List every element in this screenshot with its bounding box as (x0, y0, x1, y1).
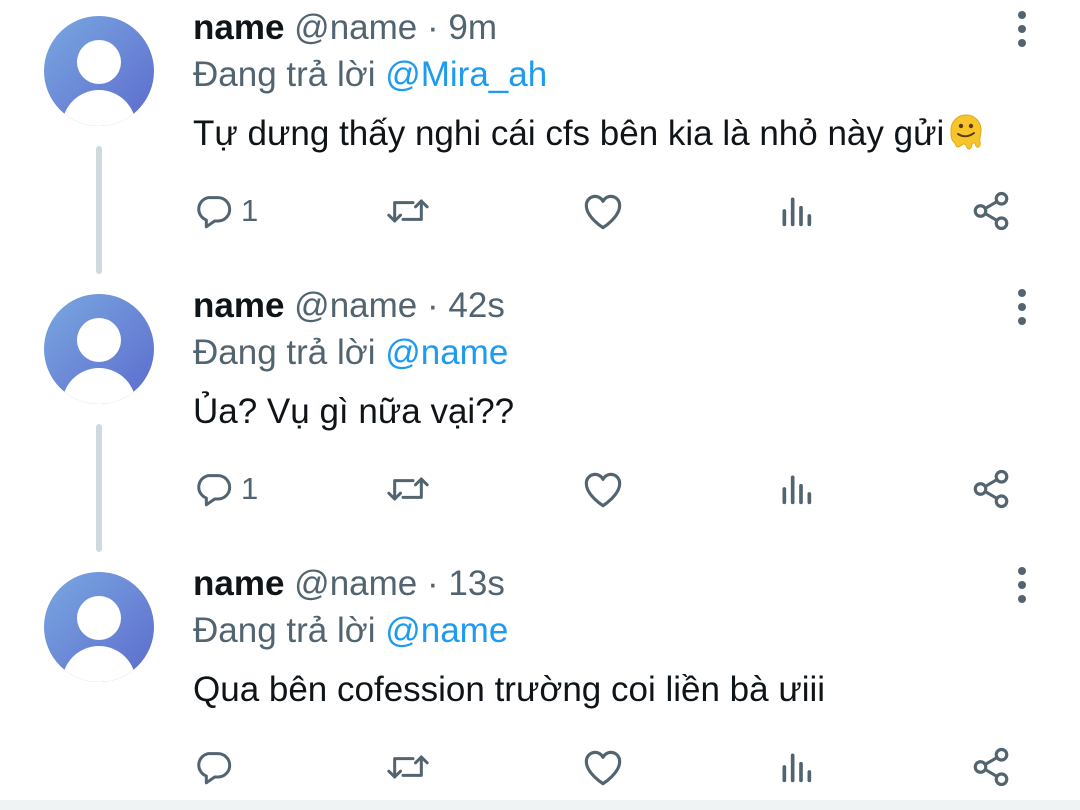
more-vertical-icon (1018, 11, 1026, 47)
avatar[interactable] (44, 16, 154, 126)
retweet-button[interactable] (386, 467, 430, 511)
tweet-text-content: Tự dưng thấy nghi cái cfs bên kia là nhỏ… (193, 114, 945, 153)
views-button[interactable] (778, 467, 814, 511)
tweet-text: Ủa? Vụ gì nữa vại?? (193, 391, 514, 433)
reply-button[interactable] (193, 745, 241, 789)
analytics-icon (782, 197, 812, 227)
avatar[interactable] (44, 294, 154, 404)
share-icon (973, 747, 1009, 787)
separator-dot: · (427, 286, 439, 325)
share-button[interactable] (970, 745, 1012, 789)
more-vertical-icon (1018, 289, 1026, 325)
share-icon (973, 191, 1009, 231)
display-name[interactable]: name (193, 286, 284, 325)
analytics-icon (782, 475, 812, 505)
tweet-text: Qua bên cofession trường coi liền bà ưii… (193, 669, 825, 711)
reply-icon (197, 196, 232, 229)
like-button[interactable] (582, 189, 624, 233)
replying-to-line: Đang trả lời @name (193, 333, 508, 373)
user-handle[interactable]: @name (294, 8, 417, 47)
more-options-button[interactable] (1008, 9, 1036, 49)
views-button[interactable] (778, 189, 814, 233)
reply-count: 1 (241, 471, 259, 506)
timestamp[interactable]: 9m (448, 8, 497, 47)
user-handle[interactable]: @name (294, 564, 417, 603)
mention-link[interactable]: @name (385, 611, 508, 650)
tweet-text-content: Qua bên cofession trường coi liền bà ưii… (193, 670, 826, 709)
share-icon (973, 469, 1009, 509)
reply-tweet[interactable]: name @name · 13s Đang trả lời @name Qua … (0, 556, 1080, 800)
more-options-button[interactable] (1008, 287, 1036, 327)
views-button[interactable] (778, 745, 814, 789)
like-button[interactable] (582, 745, 624, 789)
reply-tweet[interactable]: name @name · 9m Đang trả lời @Mira_ah Tự… (0, 0, 1080, 278)
reply-icon (197, 474, 232, 507)
analytics-icon (782, 753, 812, 783)
display-name[interactable]: name (193, 564, 284, 603)
retweet-button[interactable] (386, 745, 430, 789)
tweet-text-content: Ủa? Vụ gì nữa vại?? (193, 392, 515, 431)
thread-line (96, 146, 102, 274)
avatar[interactable] (44, 572, 154, 682)
heart-icon (584, 472, 622, 508)
replying-to-line: Đang trả lời @Mira_ah (193, 55, 547, 95)
reply-tweet[interactable]: name @name · 42s Đang trả lời @name Ủa? … (0, 278, 1080, 556)
thread-line (96, 424, 102, 552)
heart-icon (584, 750, 622, 786)
timestamp[interactable]: 42s (448, 286, 504, 325)
tweet-header: name @name · 13s (193, 564, 505, 604)
melting-face-emoji (948, 113, 984, 161)
share-button[interactable] (970, 189, 1012, 233)
tweet-header: name @name · 42s (193, 286, 505, 326)
retweet-icon (387, 755, 429, 779)
retweet-icon (387, 477, 429, 501)
retweet-button[interactable] (386, 189, 430, 233)
separator-dot: · (427, 8, 439, 47)
more-vertical-icon (1018, 567, 1026, 603)
separator-dot: · (427, 564, 439, 603)
reply-button[interactable]: 1 (193, 467, 258, 511)
reply-count: 1 (241, 193, 259, 228)
display-name[interactable]: name (193, 8, 284, 47)
share-button[interactable] (970, 467, 1012, 511)
tweet-text: Tự dưng thấy nghi cái cfs bên kia là nhỏ… (193, 113, 984, 161)
user-handle[interactable]: @name (294, 286, 417, 325)
bottom-divider (0, 800, 1080, 810)
like-button[interactable] (582, 467, 624, 511)
timestamp[interactable]: 13s (448, 564, 504, 603)
mention-link[interactable]: @Mira_ah (385, 55, 547, 94)
reply-button[interactable]: 1 (193, 189, 258, 233)
mention-link[interactable]: @name (385, 333, 508, 372)
heart-icon (584, 194, 622, 230)
replying-prefix: Đang trả lời (193, 55, 376, 94)
replying-to-line: Đang trả lời @name (193, 611, 508, 651)
more-options-button[interactable] (1008, 565, 1036, 605)
tweet-header: name @name · 9m (193, 8, 497, 48)
replying-prefix: Đang trả lời (193, 333, 376, 372)
retweet-icon (387, 199, 429, 223)
reply-icon (197, 752, 232, 785)
replying-prefix: Đang trả lời (193, 611, 376, 650)
